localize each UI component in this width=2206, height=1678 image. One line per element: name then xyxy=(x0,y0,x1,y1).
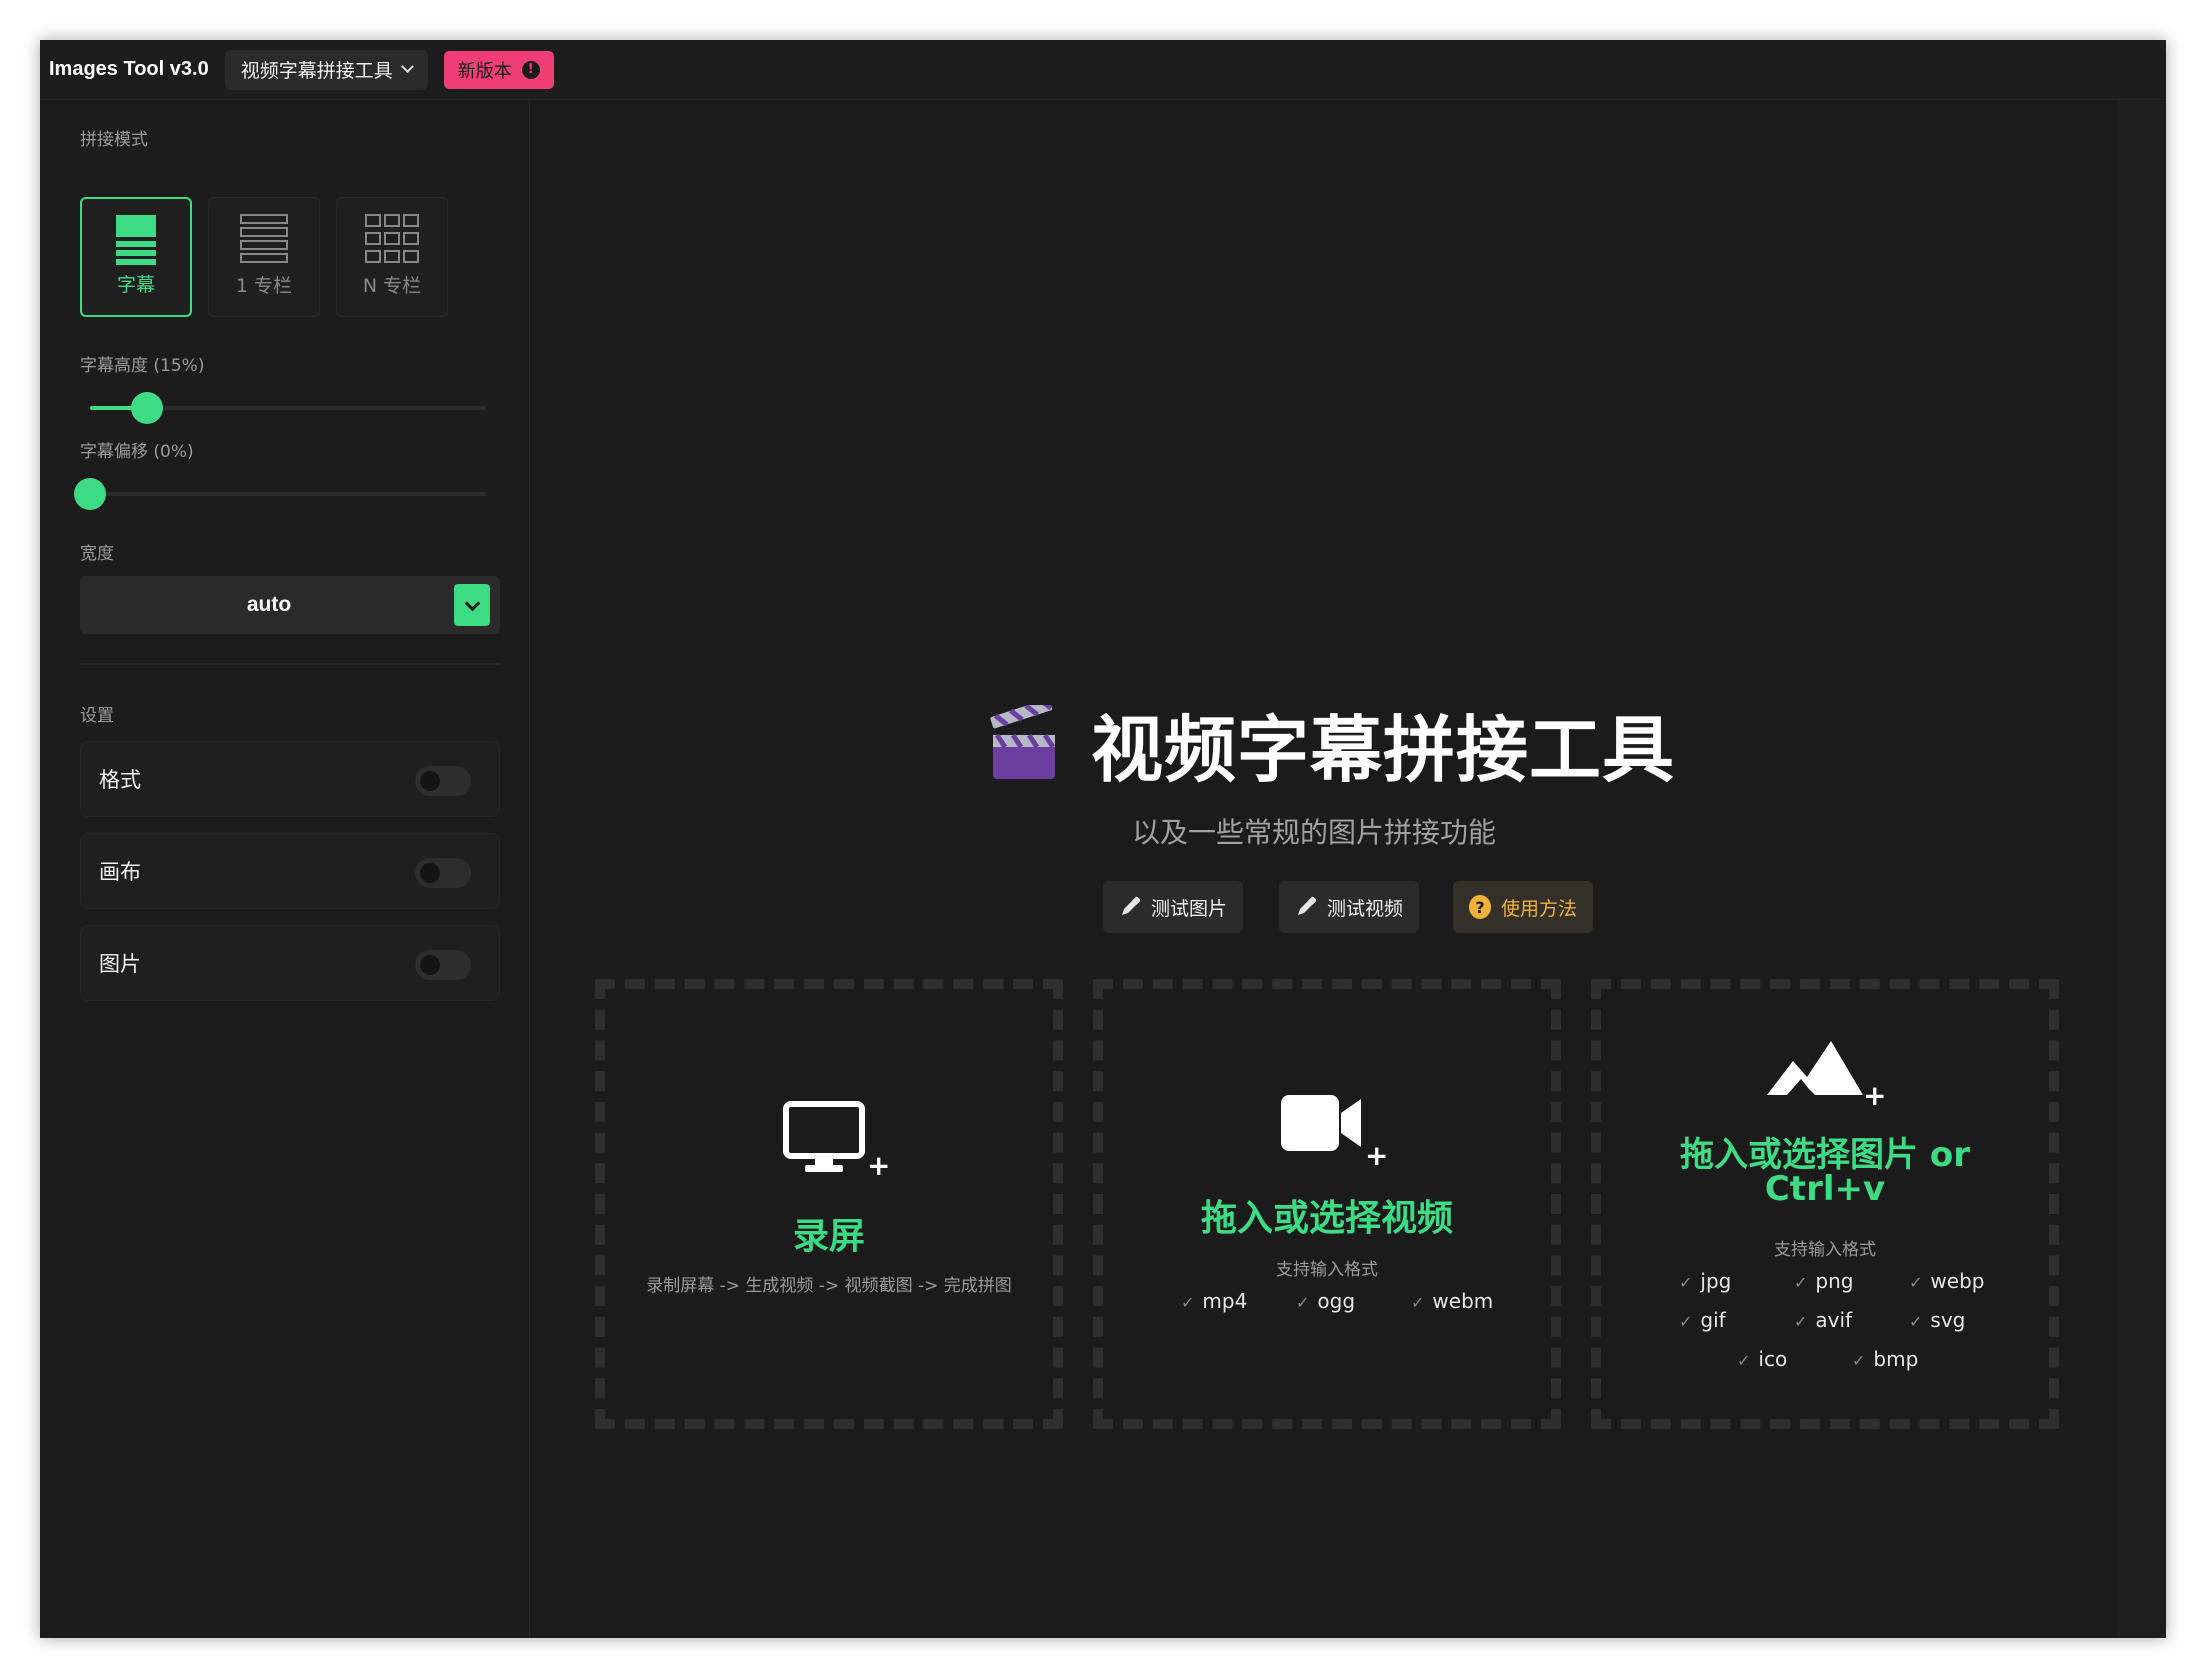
format-item: ✓ mp4 xyxy=(1181,1289,1248,1313)
toggle-format-label: 格式 xyxy=(99,768,141,792)
monitor-icon xyxy=(783,1101,865,1172)
mode-n-columns-label: N 专栏 xyxy=(362,275,422,297)
check-icon: ✓ xyxy=(1679,1273,1693,1292)
format-item: ✓ webm xyxy=(1411,1289,1494,1313)
mode-single-column-label: 1 专栏 xyxy=(235,275,293,297)
subtitle-offset-label: 字幕偏移 (0%) xyxy=(80,442,194,462)
test-video-button[interactable]: 测试视频 xyxy=(1279,881,1420,933)
toggle-row-format[interactable]: 格式 xyxy=(80,741,500,817)
settings-section-label: 设置 xyxy=(80,706,114,726)
test-images-button[interactable]: 测试图片 xyxy=(1103,881,1244,933)
format-item: ✓ ogg xyxy=(1296,1289,1356,1313)
tool-select-label: 视频字幕拼接工具 xyxy=(240,60,393,82)
video-title: 拖入或选择视频 xyxy=(1200,1198,1453,1239)
format-item: ✓ png xyxy=(1794,1269,1854,1293)
subtitle-height-thumb[interactable] xyxy=(131,392,163,424)
mode-subtitle-card[interactable]: 字幕 xyxy=(80,197,192,317)
subtitle-stack-icon xyxy=(116,215,156,265)
format-item: ✓ svg xyxy=(1909,1308,1966,1332)
add-icon: + xyxy=(1863,1079,1887,1112)
clapperboard-icon xyxy=(990,705,1056,779)
chevron-down-icon xyxy=(400,60,414,74)
main-area: 视频字幕拼接工具 以及一些常规的图片拼接功能 测试图片 测试视频 ? 使用方法 xyxy=(531,101,2166,1638)
image-dropzone[interactable]: + 拖入或选择图片 or Ctrl+v 支持输入格式 ✓ jpg ✓ png ✓ we… xyxy=(1591,979,2059,1429)
app-title: Images Tool v3.0 xyxy=(49,58,209,80)
switch-knob xyxy=(420,771,440,791)
top-bar: Images Tool v3.0 视频字幕拼接工具 新版本 ! xyxy=(40,40,2166,100)
tool-select-dropdown[interactable]: 视频字幕拼接工具 xyxy=(224,49,428,90)
switch-knob xyxy=(420,955,440,975)
hero-title-row: 视频字幕拼接工具 xyxy=(987,703,1675,792)
width-select-value: auto xyxy=(246,593,292,616)
check-icon: ✓ xyxy=(1909,1312,1923,1331)
how-to-use-button[interactable]: ? 使用方法 xyxy=(1453,881,1594,933)
check-icon: ✓ xyxy=(1794,1273,1808,1292)
new-version-label: 新版本 xyxy=(457,60,512,82)
subtitle-height-slider[interactable] xyxy=(90,392,486,424)
check-icon: ✓ xyxy=(1852,1351,1866,1370)
page-title: 视频字幕拼接工具 xyxy=(1091,707,1676,792)
add-icon: + xyxy=(1365,1139,1389,1172)
new-version-badge[interactable]: 新版本 ! xyxy=(443,50,554,89)
grid-columns-icon xyxy=(365,214,419,263)
toggle-row-image[interactable]: 图片 xyxy=(80,925,500,1001)
page-subtitle: 以及一些常规的图片拼接功能 xyxy=(1131,816,1496,849)
toggle-format-switch[interactable] xyxy=(415,766,471,796)
mode-single-column-card[interactable]: 1 专栏 xyxy=(208,197,320,317)
format-item: ✓ avif xyxy=(1794,1308,1853,1332)
sidebar-divider xyxy=(80,663,500,665)
toggle-image-switch[interactable] xyxy=(415,950,471,980)
image-title-line2: Ctrl+v xyxy=(1764,1169,1886,1209)
test-video-label: 测试视频 xyxy=(1327,897,1404,920)
check-icon: ✓ xyxy=(1679,1312,1693,1331)
toggle-canvas-label: 画布 xyxy=(99,860,141,884)
video-camera-icon xyxy=(1281,1095,1361,1151)
record-screen-dropzone[interactable]: + 录屏 录制屏幕 -> 生成视频 -> 视频截图 -> 完成拼图 xyxy=(595,979,1063,1429)
format-item: ✓ bmp xyxy=(1852,1347,1919,1371)
how-to-use-label: 使用方法 xyxy=(1501,897,1578,920)
width-label: 宽度 xyxy=(80,544,114,564)
chevron-down-icon[interactable] xyxy=(454,584,490,626)
check-icon: ✓ xyxy=(1909,1273,1923,1292)
check-icon: ✓ xyxy=(1737,1351,1751,1370)
record-description: 录制屏幕 -> 生成视频 -> 视频截图 -> 完成拼图 xyxy=(646,1276,1012,1296)
mountain-image-icon xyxy=(1767,1041,1863,1095)
check-icon: ✓ xyxy=(1296,1293,1310,1312)
mode-subtitle-label: 字幕 xyxy=(116,274,155,296)
check-icon: ✓ xyxy=(1794,1312,1808,1331)
subtitle-offset-thumb[interactable] xyxy=(74,478,106,510)
toggle-canvas-switch[interactable] xyxy=(415,858,471,888)
format-item: ✓ ico xyxy=(1737,1347,1788,1371)
format-item: ✓ gif xyxy=(1679,1308,1726,1332)
app-window: Images Tool v3.0 视频字幕拼接工具 新版本 ! 拼接模式 字幕 xyxy=(40,40,2166,1638)
width-select[interactable]: auto xyxy=(80,576,500,634)
pipette-icon xyxy=(1295,896,1317,918)
format-item: ✓ jpg xyxy=(1679,1269,1732,1293)
sidebar: 拼接模式 字幕 1 专栏 N 专栏 字幕高度 (15%) 字幕偏移 (0%) 宽… xyxy=(40,101,530,1638)
single-column-icon xyxy=(240,214,288,263)
subtitle-offset-slider[interactable] xyxy=(74,478,486,510)
mode-section-label: 拼接模式 xyxy=(80,130,148,150)
toggle-row-canvas[interactable]: 画布 xyxy=(80,833,500,909)
subtitle-height-label: 字幕高度 (15%) xyxy=(80,356,205,376)
video-dropzone[interactable]: + 拖入或选择视频 支持输入格式 ✓ mp4 ✓ ogg ✓ webm xyxy=(1093,979,1561,1429)
toggle-image-label: 图片 xyxy=(99,952,141,976)
mode-n-columns-card[interactable]: N 专栏 xyxy=(336,197,448,317)
switch-knob xyxy=(420,863,440,883)
add-icon: + xyxy=(867,1149,891,1182)
pipette-icon xyxy=(1119,896,1141,918)
alert-icon: ! xyxy=(521,60,540,79)
help-icon: ? xyxy=(1469,895,1491,919)
scrollbar[interactable] xyxy=(2118,101,2166,1638)
image-formats-label: 支持输入格式 xyxy=(1774,1240,1876,1260)
video-formats-label: 支持输入格式 xyxy=(1276,1260,1378,1280)
format-item: ✓ webp xyxy=(1909,1269,1985,1293)
record-title: 录屏 xyxy=(792,1216,865,1257)
check-icon: ✓ xyxy=(1411,1293,1425,1312)
test-images-label: 测试图片 xyxy=(1151,897,1228,920)
check-icon: ✓ xyxy=(1181,1293,1195,1312)
